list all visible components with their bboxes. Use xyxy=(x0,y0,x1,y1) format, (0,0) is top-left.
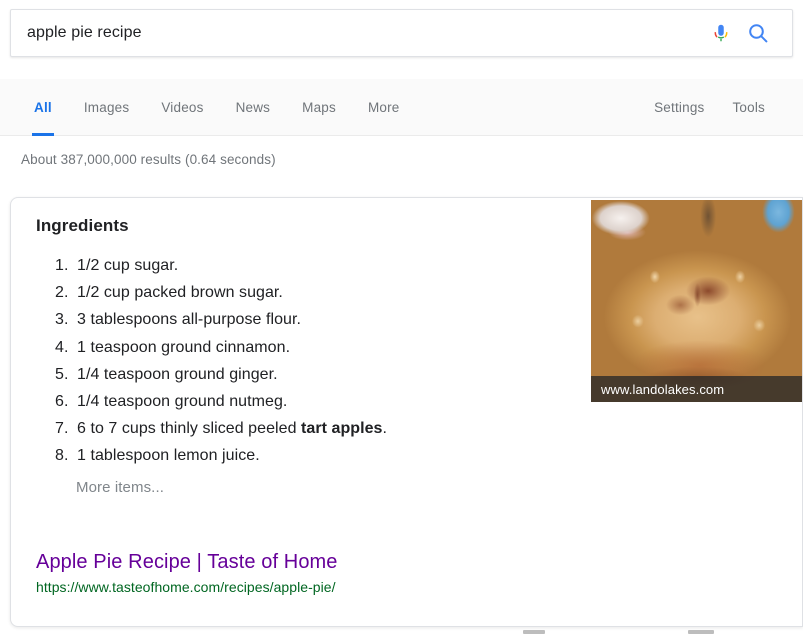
snippet-thumbnail[interactable]: www.landolakes.com xyxy=(591,200,803,402)
search-results-page: All Images Videos News Maps More Setting… xyxy=(0,0,803,634)
tools-button[interactable]: Tools xyxy=(718,79,779,136)
search-bar[interactable] xyxy=(10,9,793,57)
next-result-placeholder xyxy=(523,630,545,634)
nav-utilities: Settings Tools xyxy=(640,79,779,136)
list-item: 6 to 7 cups thinly sliced peeled tart ap… xyxy=(73,415,802,442)
thumbnail-caption: www.landolakes.com xyxy=(591,376,803,402)
result-stats: About 387,000,000 results (0.64 seconds) xyxy=(21,152,276,167)
search-input[interactable] xyxy=(11,10,710,56)
apple-pie-photo xyxy=(591,200,803,402)
tab-news[interactable]: News xyxy=(220,79,287,136)
search-bar-actions xyxy=(710,21,792,45)
tab-all[interactable]: All xyxy=(18,79,68,136)
list-item-text-pre: 6 to 7 cups thinly sliced peeled xyxy=(77,420,301,437)
tab-images[interactable]: Images xyxy=(68,79,145,136)
tab-videos[interactable]: Videos xyxy=(145,79,219,136)
microphone-icon[interactable] xyxy=(710,21,732,45)
search-nav-bar: All Images Videos News Maps More Setting… xyxy=(0,79,803,136)
featured-snippet-card: Ingredients 1/2 cup sugar. 1/2 cup packe… xyxy=(10,197,803,627)
tab-maps[interactable]: Maps xyxy=(286,79,352,136)
list-item: 1 tablespoon lemon juice. xyxy=(73,442,802,469)
list-item-text-post: . xyxy=(382,420,387,437)
nav-tabs: All Images Videos News Maps More xyxy=(18,79,416,136)
result-url[interactable]: https://www.tasteofhome.com/recipes/appl… xyxy=(36,577,338,597)
more-items-link[interactable]: More items... xyxy=(76,479,802,496)
next-result-placeholder xyxy=(688,630,714,634)
list-item-highlight: tart apples xyxy=(301,420,382,437)
tab-more[interactable]: More xyxy=(352,79,416,136)
search-icon[interactable] xyxy=(746,21,770,45)
organic-result: Apple Pie Recipe | Taste of Home https:/… xyxy=(36,549,338,597)
result-title-link[interactable]: Apple Pie Recipe | Taste of Home xyxy=(36,549,338,575)
settings-button[interactable]: Settings xyxy=(640,79,718,136)
below-fold-sliver xyxy=(0,629,803,634)
featured-snippet-body: Ingredients 1/2 cup sugar. 1/2 cup packe… xyxy=(11,198,802,626)
